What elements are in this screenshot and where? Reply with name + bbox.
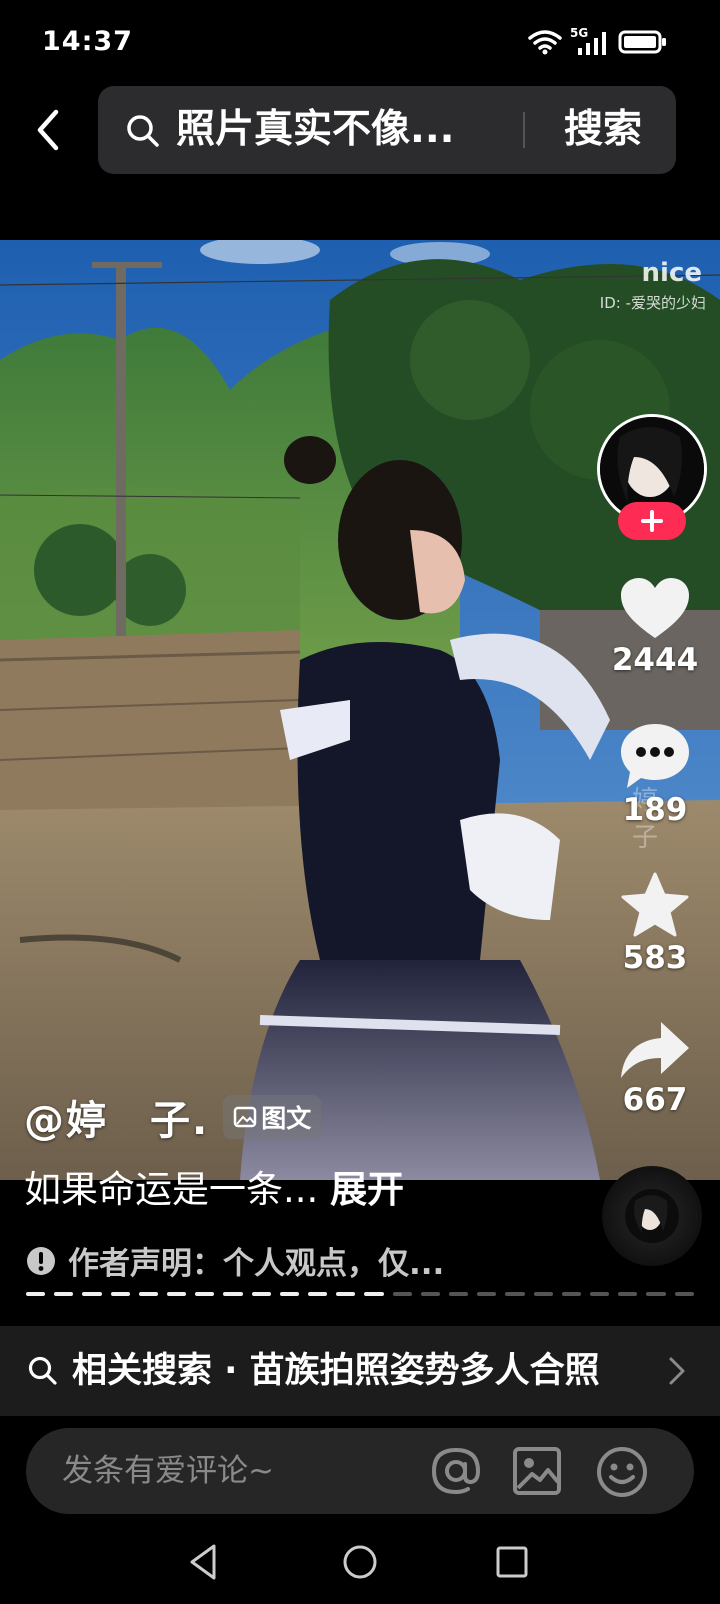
expand-button[interactable]: 展开	[330, 1168, 404, 1211]
progress-segment	[308, 1292, 328, 1296]
progress-segment	[561, 1292, 582, 1296]
progress-segment	[505, 1292, 525, 1296]
comment-icon	[621, 724, 689, 788]
plus-icon	[641, 510, 663, 532]
warning-icon	[27, 1246, 55, 1275]
progress-segment	[26, 1292, 46, 1296]
progress-segment	[138, 1292, 159, 1296]
nav-home-icon[interactable]	[342, 1542, 378, 1582]
caption-text: 如果命运是一条...	[24, 1168, 319, 1211]
search-divider	[523, 112, 525, 148]
star-icon	[621, 872, 689, 937]
progress-segment	[110, 1292, 130, 1296]
caption[interactable]: 如果命运是一条... 展开	[24, 1167, 404, 1213]
related-search-bar[interactable]: 相关搜索 · 苗族拍照姿势多人合照	[0, 1326, 720, 1416]
progress-segment	[336, 1292, 356, 1296]
share-button[interactable]: 667	[600, 1020, 710, 1118]
favorite-count: 583	[622, 940, 688, 976]
nav-recents-icon[interactable]	[494, 1542, 530, 1582]
progress-segment	[223, 1292, 243, 1296]
comment-bar: 发条有爱评论~	[26, 1428, 694, 1514]
progress-segment	[54, 1292, 74, 1296]
search-icon	[28, 1356, 57, 1385]
system-nav-bar	[0, 1530, 720, 1604]
search-query[interactable]: 照片真实不像...	[176, 104, 454, 156]
watermark-id: ID: -爱哭的少妇	[599, 294, 706, 312]
signal-icon: 5G	[570, 26, 610, 56]
status-time: 14:37	[42, 26, 133, 57]
progress-segment	[167, 1292, 187, 1296]
progress-segment	[420, 1292, 441, 1296]
heart-icon	[621, 578, 689, 638]
progress-segment	[449, 1292, 469, 1296]
progress-segment	[392, 1292, 412, 1296]
comment-input[interactable]: 发条有爱评论~	[62, 1446, 274, 1496]
progress-segment	[251, 1292, 271, 1296]
disc-cover	[625, 1189, 679, 1243]
author-disclaimer: 作者声明：个人观点，仅...	[26, 1238, 444, 1283]
post-type-tag: 图文	[223, 1095, 322, 1139]
progress-segment	[618, 1292, 638, 1296]
related-search-label: 相关搜索 · 苗族拍照姿势多人合照	[72, 1351, 600, 1391]
at-icon[interactable]	[430, 1446, 482, 1496]
search-button[interactable]: 搜索	[544, 104, 662, 156]
chevron-right-icon	[669, 1357, 685, 1385]
progress-segment	[82, 1292, 102, 1296]
progress-segment	[477, 1292, 497, 1296]
image-post-icon	[233, 1106, 257, 1128]
post-type-label: 图文	[261, 1104, 312, 1133]
author-name[interactable]: @婷 子.	[24, 1088, 209, 1146]
status-bar: 14:37 5G	[0, 0, 720, 80]
progress-segment	[533, 1292, 553, 1296]
progress-segment	[364, 1292, 384, 1296]
image-progress-indicator	[26, 1292, 694, 1297]
watermark-title: nice	[641, 258, 702, 288]
author-row: @婷 子. 图文	[24, 1088, 322, 1146]
disclaimer-text: 作者声明：个人观点，仅...	[68, 1246, 445, 1282]
battery-icon	[618, 30, 666, 54]
search-icon	[127, 115, 159, 147]
wifi-icon	[528, 30, 562, 55]
back-button[interactable]	[26, 100, 70, 160]
progress-segment	[195, 1292, 215, 1296]
follow-button[interactable]	[618, 502, 686, 540]
favorite-button[interactable]: 583	[600, 872, 710, 976]
like-button[interactable]: 2444	[600, 576, 710, 678]
emoji-icon[interactable]	[596, 1446, 648, 1498]
like-count: 2444	[611, 642, 699, 678]
progress-segment	[646, 1292, 666, 1296]
comment-button[interactable]: 189	[600, 722, 710, 828]
nav-back-icon[interactable]	[186, 1542, 220, 1582]
search-bar[interactable]: 照片真实不像... 搜索	[98, 86, 676, 174]
progress-segment	[590, 1292, 610, 1296]
image-icon[interactable]	[512, 1446, 562, 1496]
comment-count: 189	[622, 792, 688, 828]
share-count: 667	[622, 1082, 688, 1118]
progress-segment	[674, 1292, 694, 1296]
back-icon	[37, 109, 59, 151]
progress-segment	[279, 1292, 300, 1296]
music-disc[interactable]	[602, 1166, 702, 1266]
share-icon	[621, 1022, 689, 1078]
status-icons: 5G	[528, 26, 668, 56]
